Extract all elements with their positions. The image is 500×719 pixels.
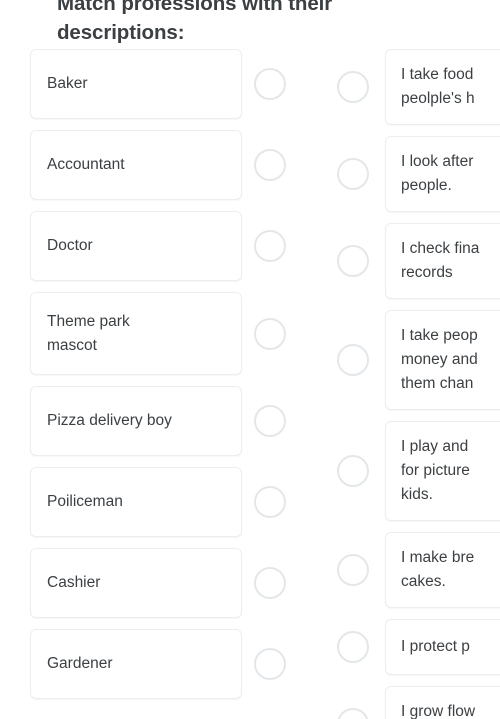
page-title: Match professions with their description… [57, 0, 333, 44]
circle-icon [254, 405, 286, 437]
description-connector[interactable] [337, 136, 369, 212]
circle-icon [337, 631, 369, 663]
circle-icon [337, 455, 369, 487]
description-connector[interactable] [337, 532, 369, 608]
profession-card[interactable]: Baker [30, 49, 242, 119]
profession-card[interactable]: Theme park mascot [30, 292, 242, 375]
profession-connector[interactable] [254, 292, 286, 375]
circle-icon [254, 486, 286, 518]
descriptions-column: I take food peolple's h I look after peo… [385, 49, 500, 719]
profession-connector[interactable] [254, 130, 286, 200]
profession-card[interactable]: Accountant [30, 130, 242, 200]
profession-connector[interactable] [254, 467, 286, 537]
description-connector[interactable] [337, 686, 369, 719]
description-card[interactable]: I make bre cakes. [385, 532, 500, 608]
circle-icon [254, 567, 286, 599]
description-label: I make bre cakes. [401, 549, 475, 590]
description-connector[interactable] [337, 421, 369, 521]
profession-connector[interactable] [254, 629, 286, 699]
description-connectors [337, 49, 369, 719]
profession-label: Gardener [47, 655, 113, 672]
circle-icon [337, 71, 369, 103]
profession-connector[interactable] [254, 211, 286, 281]
description-card[interactable]: I check fina records [385, 223, 500, 299]
profession-connector[interactable] [254, 49, 286, 119]
profession-connector[interactable] [254, 386, 286, 456]
profession-label: Cashier [47, 574, 101, 591]
description-card[interactable]: I play and for picture kids. [385, 421, 500, 521]
circle-icon [254, 68, 286, 100]
profession-card[interactable]: Cashier [30, 548, 242, 618]
profession-card[interactable]: Gardener [30, 629, 242, 699]
circle-icon [254, 149, 286, 181]
professions-column: Baker Accountant Doctor Theme park masco… [30, 49, 242, 710]
description-label: I take food peolple's h [401, 66, 475, 107]
circle-icon [337, 708, 369, 719]
profession-label: Theme park mascot [47, 312, 130, 354]
circle-icon [337, 554, 369, 586]
profession-label: Doctor [47, 237, 93, 254]
profession-card[interactable]: Poiliceman [30, 467, 242, 537]
circle-icon [254, 648, 286, 680]
profession-connector[interactable] [254, 548, 286, 618]
profession-label: Baker [47, 75, 88, 92]
matching-exercise-page: Match professions with their description… [0, 0, 500, 719]
description-card[interactable]: I protect p [385, 619, 500, 675]
description-connector[interactable] [337, 223, 369, 299]
circle-icon [337, 245, 369, 277]
profession-label: Poiliceman [47, 493, 123, 510]
description-label: I take peop money and them chan [401, 327, 478, 392]
profession-label: Pizza delivery boy [47, 412, 172, 429]
profession-card[interactable]: Doctor [30, 211, 242, 281]
profession-label: Accountant [47, 156, 125, 173]
description-card[interactable]: I grow flow trees. [385, 686, 500, 719]
description-card[interactable]: I take peop money and them chan [385, 310, 500, 410]
description-label: I play and for picture kids. [401, 438, 470, 503]
description-label: I protect p [401, 638, 470, 655]
description-connector[interactable] [337, 619, 369, 675]
circle-icon [337, 158, 369, 190]
description-card[interactable]: I look after people. [385, 136, 500, 212]
profession-card[interactable]: Pizza delivery boy [30, 386, 242, 456]
description-connector[interactable] [337, 49, 369, 125]
description-connector[interactable] [337, 310, 369, 410]
description-label: I check fina records [401, 240, 480, 281]
circle-icon [337, 344, 369, 376]
circle-icon [254, 317, 286, 350]
profession-connectors [254, 49, 286, 710]
description-card[interactable]: I take food peolple's h [385, 49, 500, 125]
description-label: I look after people. [401, 153, 474, 194]
circle-icon [254, 230, 286, 262]
description-label: I grow flow trees. [401, 703, 476, 719]
